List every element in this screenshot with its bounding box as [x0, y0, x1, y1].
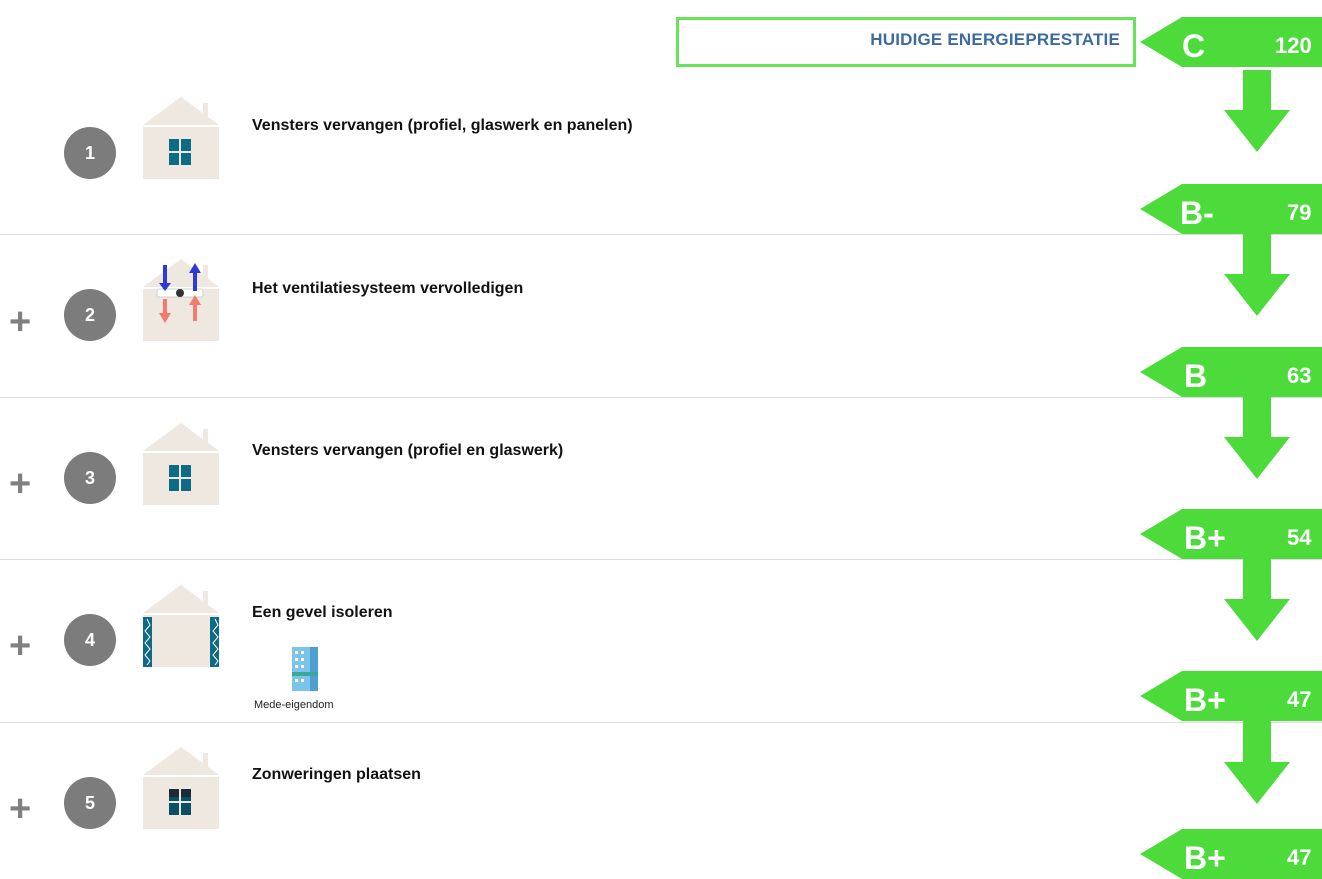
result-class-letter: B+	[1184, 840, 1226, 876]
step-number-badge: 3	[64, 452, 116, 504]
divider	[0, 397, 1322, 398]
house-facade-insulation-icon	[143, 585, 219, 667]
step-title: Een gevel isoleren	[252, 604, 393, 621]
step-number-badge: 2	[64, 289, 116, 341]
down-arrow-icon	[1224, 395, 1290, 479]
step-title: Zonweringen plaatsen	[252, 766, 421, 783]
step-number-badge: 5	[64, 777, 116, 829]
building-icon	[292, 647, 318, 691]
step-number-badge: 1	[64, 127, 116, 179]
house-ventilation-icon	[143, 259, 219, 341]
result-class-label: B- 79	[1140, 184, 1322, 234]
plus-icon: +	[9, 301, 32, 343]
result-class-value: 47	[1287, 687, 1311, 712]
divider	[0, 234, 1322, 235]
result-class-label: B+ 47	[1140, 671, 1322, 721]
down-arrow-icon	[1224, 70, 1290, 152]
plus-icon: +	[9, 463, 32, 505]
plus-icon: +	[9, 788, 32, 830]
plus-icon: +	[9, 625, 32, 667]
result-class-value: 54	[1287, 525, 1312, 550]
house-window-icon	[143, 423, 219, 505]
result-class-letter: B+	[1184, 682, 1226, 718]
result-class-value: 63	[1287, 363, 1311, 388]
step-number-badge: 4	[64, 614, 116, 666]
result-class-label: B+ 54	[1140, 509, 1322, 559]
divider	[0, 559, 1322, 560]
result-class-label: B 63	[1140, 347, 1322, 397]
house-window-icon	[143, 97, 219, 179]
current-performance-title: HUIDIGE ENERGIEPRESTATIE	[870, 30, 1120, 49]
divider	[0, 722, 1322, 723]
house-sunshade-icon	[143, 747, 219, 829]
current-class-value: 120	[1275, 33, 1312, 58]
result-class-value: 47	[1287, 845, 1311, 870]
current-class-label: C 120	[1140, 17, 1322, 67]
down-arrow-icon	[1224, 720, 1290, 804]
step-title: Het ventilatiesysteem vervolledigen	[252, 280, 524, 297]
down-arrow-icon	[1224, 557, 1290, 641]
result-class-letter: B-	[1180, 195, 1214, 231]
result-class-value: 79	[1287, 200, 1311, 225]
step-title: Vensters vervangen (profiel, glaswerk en…	[252, 117, 633, 134]
result-class-label: B+ 47	[1140, 829, 1322, 879]
co-ownership-label: Mede-eigendom	[254, 699, 334, 711]
result-class-letter: B+	[1184, 520, 1226, 556]
step-title: Vensters vervangen (profiel en glaswerk)	[252, 442, 564, 459]
current-class-letter: C	[1182, 28, 1205, 64]
result-class-letter: B	[1184, 358, 1207, 394]
down-arrow-icon	[1224, 232, 1290, 316]
